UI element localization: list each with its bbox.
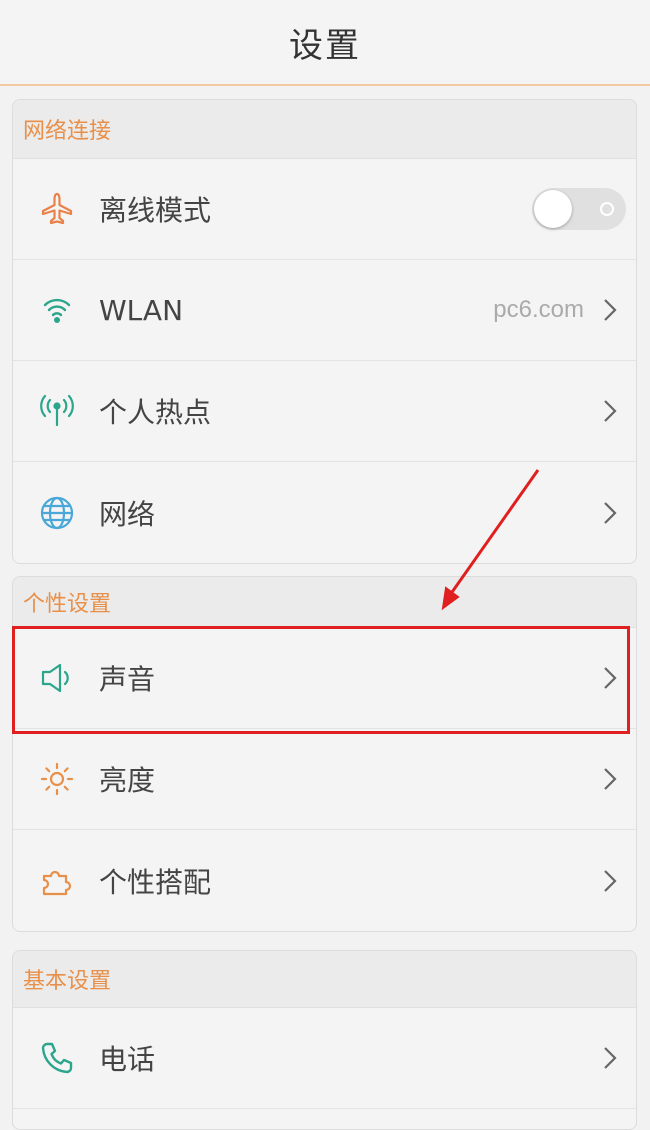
- puzzle-icon: [35, 859, 79, 903]
- row-label: 个人热点: [99, 396, 212, 429]
- chevron-right-icon: [598, 396, 622, 426]
- row-label: 个性搭配: [99, 865, 212, 899]
- phone-row[interactable]: 电话: [13, 1008, 636, 1109]
- phone-icon: [35, 1036, 79, 1080]
- wlan-value: pc6.com: [493, 296, 584, 323]
- row-label: 离线模式: [99, 194, 212, 227]
- row-label: 电话: [99, 1043, 156, 1076]
- brightness-row[interactable]: 亮度: [13, 729, 636, 830]
- chevron-right-icon: [598, 764, 622, 794]
- section-basic: 基本设置 电话: [12, 950, 637, 1130]
- chevron-right-icon: [598, 295, 622, 325]
- network-row[interactable]: 网络: [13, 462, 636, 563]
- airplane-mode-toggle[interactable]: [532, 188, 626, 230]
- row-label: 网络: [99, 497, 156, 531]
- globe-icon: [35, 491, 79, 535]
- airplane-icon: [35, 187, 79, 231]
- wifi-icon: [35, 288, 79, 332]
- section-title: 网络连接: [13, 100, 636, 159]
- sun-icon: [35, 757, 79, 801]
- sound-highlight-box: [12, 626, 630, 734]
- row-label: 亮度: [99, 764, 156, 797]
- hotspot-row[interactable]: 个人热点: [13, 361, 636, 462]
- page-title: 设置: [289, 25, 361, 66]
- hotspot-icon: [35, 389, 79, 433]
- personalization-row[interactable]: 个性搭配: [13, 830, 636, 931]
- chevron-right-icon: [598, 866, 622, 896]
- wlan-row[interactable]: WLAN pc6.com: [13, 260, 636, 361]
- title-bar: 设置: [0, 0, 650, 86]
- row-label: WLAN: [99, 293, 184, 327]
- section-network: 网络连接 离线模式 WLAN pc6.com 个人热点 网络: [12, 99, 637, 564]
- chevron-right-icon: [598, 1043, 622, 1073]
- chevron-right-icon: [598, 498, 622, 528]
- section-title: 基本设置: [13, 951, 636, 1008]
- airplane-mode-row[interactable]: 离线模式: [13, 159, 636, 260]
- section-title: 个性设置: [13, 577, 636, 628]
